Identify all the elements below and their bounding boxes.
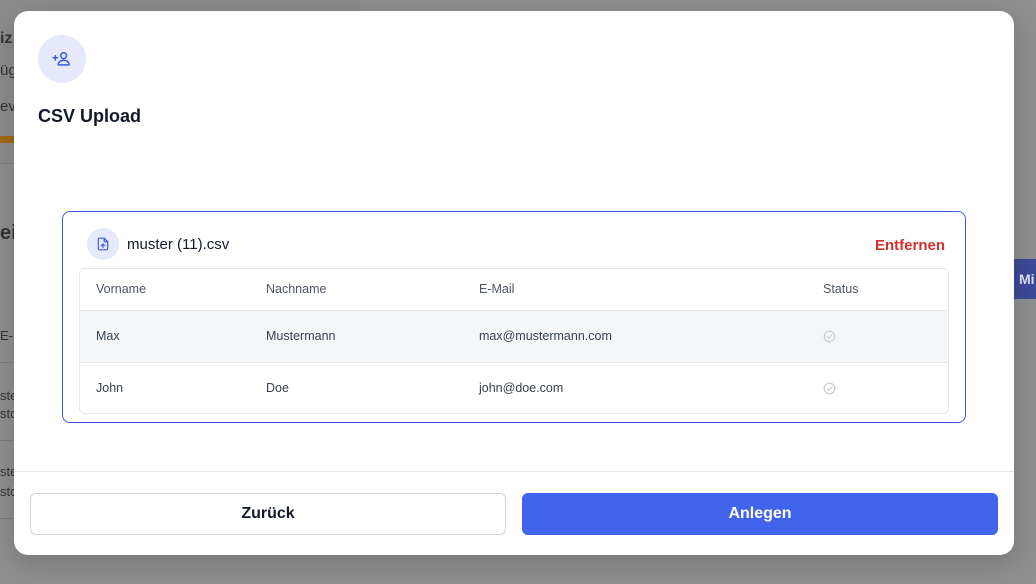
cell-status bbox=[807, 362, 948, 413]
cell-vorname: Max bbox=[96, 329, 120, 343]
file-card: muster (11).csv Entfernen Vorname Nachna… bbox=[62, 211, 966, 423]
background-button: Mi bbox=[1014, 259, 1036, 299]
table-header-row: Vorname Nachname E-Mail Status bbox=[80, 269, 948, 310]
background-progress-bar bbox=[0, 136, 14, 143]
column-header-nachname: Nachname bbox=[266, 282, 327, 297]
background-text: iz bbox=[0, 30, 13, 47]
table-row: Max Mustermann max@mustermann.com bbox=[80, 310, 948, 362]
create-button[interactable]: Anlegen bbox=[522, 493, 998, 535]
check-circle-icon bbox=[823, 382, 836, 395]
header-icon-circle bbox=[38, 35, 86, 83]
check-circle-icon bbox=[823, 330, 836, 343]
cell-email: john@doe.com bbox=[479, 381, 564, 396]
cell-email: max@mustermann.com bbox=[479, 329, 612, 343]
cell-vorname: John bbox=[96, 381, 124, 396]
cell-nachname: Doe bbox=[266, 381, 289, 396]
csv-upload-modal: CSV Upload muster (11).csv Entfernen Vor… bbox=[14, 11, 1014, 555]
file-icon-circle bbox=[87, 228, 119, 260]
file-upload-icon bbox=[97, 237, 109, 251]
cell-nachname: Mustermann bbox=[266, 329, 336, 343]
column-header-status: Status bbox=[823, 282, 859, 297]
modal-title: CSV Upload bbox=[38, 106, 142, 126]
column-header-vorname: Vorname bbox=[96, 282, 147, 297]
back-button[interactable]: Zurück bbox=[30, 493, 506, 535]
table-row: John Doe john@doe.com bbox=[80, 362, 948, 413]
cell-status bbox=[807, 310, 948, 362]
footer-divider bbox=[14, 471, 1014, 472]
file-name: muster (11).csv bbox=[127, 236, 230, 253]
column-header-email: E-Mail bbox=[479, 282, 515, 297]
user-plus-icon bbox=[52, 52, 70, 66]
remove-file-button[interactable]: Entfernen bbox=[875, 237, 945, 254]
preview-table: Vorname Nachname E-Mail Status Max Muste… bbox=[79, 268, 949, 414]
